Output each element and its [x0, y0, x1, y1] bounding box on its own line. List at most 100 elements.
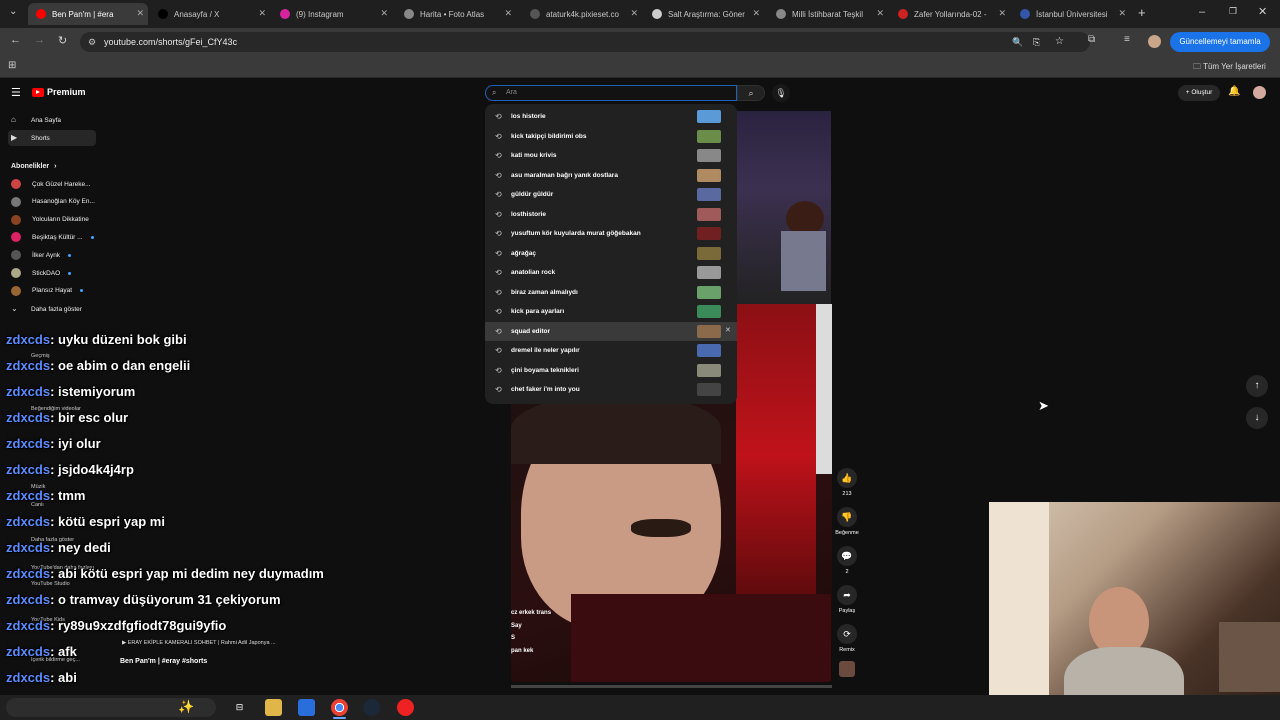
- menu-hamburger-icon[interactable]: ☰: [11, 86, 21, 99]
- previous-short-button[interactable]: ↑: [1246, 375, 1268, 397]
- create-button[interactable]: + Oluştur: [1178, 85, 1220, 101]
- update-button[interactable]: Güncellemeyi tamamla: [1170, 32, 1270, 52]
- close-tab-icon[interactable]: ✕: [380, 8, 388, 19]
- mail-app-icon[interactable]: [298, 699, 315, 716]
- close-tab-icon[interactable]: ✕: [752, 8, 760, 19]
- sidebar-item-shorts[interactable]: ▶ Shorts: [8, 130, 96, 146]
- address-bar[interactable]: ⚙ youtube.com/shorts/gFei_CfY43c 🔍 ⎘ ☆: [80, 32, 1090, 52]
- close-tab-icon[interactable]: ✕: [1118, 8, 1126, 19]
- search-suggestion[interactable]: ⟲ ağrağaç: [485, 244, 737, 263]
- channel-avatar: [11, 250, 21, 261]
- reading-list-icon[interactable]: ≡: [1124, 34, 1130, 45]
- browser-tab[interactable]: (9) Instagram ✕: [272, 3, 392, 25]
- sidebar-subscription[interactable]: Hasanoğlan Köy En...: [8, 194, 96, 210]
- new-tab-button[interactable]: +: [1138, 5, 1146, 20]
- zoom-icon[interactable]: 🔍: [1012, 32, 1023, 52]
- browser-tab[interactable]: Zafer Yollarında-02 - ✕: [890, 3, 1010, 25]
- close-tab-icon[interactable]: ✕: [630, 8, 638, 19]
- suggestion-thumbnail: [697, 129, 721, 143]
- chat-message: zdxcds: oe abim o dan engelii: [6, 358, 190, 380]
- chat-message: zdxcds: jsjdo4k4j4rp: [6, 462, 134, 484]
- browser-tab[interactable]: ataturk4k.pixieset.co ✕: [522, 3, 642, 25]
- browser-tab[interactable]: Ben Pan'm | #era ✕: [28, 3, 148, 25]
- share-button[interactable]: ➦ Paylaş: [836, 585, 858, 614]
- channel-thumb[interactable]: [839, 661, 855, 677]
- back-arrow-icon[interactable]: ←: [10, 34, 21, 46]
- history-icon: ⟲: [495, 170, 502, 180]
- search-suggestion[interactable]: ⟲ chet faker i'm into you: [485, 380, 737, 399]
- remix-icon: ⟳: [837, 624, 857, 644]
- extensions-icon[interactable]: ⧉: [1088, 34, 1095, 45]
- search-button[interactable]: ⌕: [737, 85, 765, 101]
- chat-text: : ney dedi: [50, 540, 111, 555]
- youtube-logo[interactable]: Premium: [32, 87, 86, 97]
- close-tab-icon[interactable]: ✕: [136, 8, 144, 19]
- playing-next-label[interactable]: ▶ ERAY EKİPLE KAMERALI SOHBET | Rahmi Ad…: [122, 640, 276, 646]
- chat-username: zdxcds: [6, 670, 51, 685]
- task-view-icon[interactable]: ⊟: [231, 699, 248, 716]
- search-suggestion[interactable]: ⟲ los historie: [485, 107, 737, 126]
- close-tab-icon[interactable]: ✕: [258, 8, 266, 19]
- search-suggestion[interactable]: ⟲ yusuftum kör kuyularda murat göğebakan: [485, 224, 737, 243]
- sidebar-subscription[interactable]: İlker Aynk: [8, 247, 96, 263]
- forward-arrow-icon[interactable]: →: [34, 34, 45, 46]
- search-suggestion[interactable]: ⟲ çini boyama teknikleri: [485, 361, 737, 380]
- sidebar-subscription[interactable]: Çok Güzel Hareke...: [8, 176, 96, 192]
- install-icon[interactable]: ⎘: [1033, 32, 1040, 52]
- bookmark-star-icon[interactable]: ☆: [1055, 32, 1064, 52]
- apps-grid-icon[interactable]: ⊞: [8, 60, 16, 71]
- maximize-window-button[interactable]: ❐: [1229, 6, 1237, 17]
- voice-search-button[interactable]: 🎙: [772, 84, 790, 102]
- search-suggestion[interactable]: ⟲ anatolian rock: [485, 263, 737, 282]
- search-input[interactable]: ⌕ Ara: [485, 85, 737, 101]
- sidebar-subscription[interactable]: Beşiktaş Kültür ...: [8, 229, 96, 245]
- steam-icon[interactable]: [363, 699, 380, 716]
- browser-tab[interactable]: Anasayfa / X ✕: [150, 3, 270, 25]
- file-explorer-icon[interactable]: [265, 699, 282, 716]
- search-suggestion[interactable]: ⟲ squad editor ✕: [485, 321, 737, 341]
- chrome-icon[interactable]: [331, 699, 348, 716]
- search-suggestion[interactable]: ⟲ dremel ile neler yapılır: [485, 341, 737, 360]
- sidebar-subscription[interactable]: Yolcuların Dikkatine: [8, 212, 96, 228]
- notifications-bell-icon[interactable]: 🔔: [1228, 86, 1240, 97]
- search-suggestion[interactable]: ⟲ kick takipçi bildirimi obs: [485, 127, 737, 146]
- close-window-button[interactable]: ✕: [1258, 5, 1267, 18]
- profile-avatar[interactable]: [1148, 35, 1161, 48]
- search-suggestion[interactable]: ⟲ kati mou krivis: [485, 146, 737, 165]
- search-suggestion[interactable]: ⟲ güldür güldür: [485, 185, 737, 204]
- search-suggestion[interactable]: ⟲ losthistorie: [485, 205, 737, 224]
- close-tab-icon[interactable]: ✕: [504, 8, 512, 19]
- channel-avatar: [11, 179, 21, 189]
- browser-tab[interactable]: Harita • Foto Atlas ✕: [396, 3, 516, 25]
- minimize-window-button[interactable]: –: [1199, 6, 1205, 18]
- sidebar-subscription[interactable]: Plansız Hayat: [8, 283, 96, 299]
- tab-search-icon[interactable]: ⌄: [9, 6, 17, 17]
- next-short-button[interactable]: ↓: [1246, 407, 1268, 429]
- obs-icon[interactable]: [397, 699, 414, 716]
- close-tab-icon[interactable]: ✕: [876, 8, 884, 19]
- browser-tab[interactable]: İstanbul Üniversitesi ✕: [1012, 3, 1130, 25]
- remix-button[interactable]: ⟳ Remix: [836, 624, 858, 653]
- search-suggestion[interactable]: ⟲ asu maralman bağrı yanık dostlara: [485, 166, 737, 185]
- short-progress-bar[interactable]: [511, 685, 832, 688]
- map-icon: [404, 9, 414, 19]
- browser-tab[interactable]: Salt Araştırma: Göner ✕: [644, 3, 764, 25]
- subscriptions-header[interactable]: Abonelikler ›: [8, 158, 96, 174]
- remove-suggestion-icon[interactable]: ✕: [725, 326, 731, 334]
- previous-short-video[interactable]: [736, 111, 831, 304]
- account-avatar[interactable]: [1253, 86, 1266, 99]
- search-suggestion[interactable]: ⟲ biraz zaman almalıydı: [485, 283, 737, 302]
- like-button[interactable]: 👍 213: [836, 468, 858, 497]
- site-info-icon[interactable]: ⚙: [88, 32, 96, 52]
- reload-icon[interactable]: ↻: [58, 34, 67, 47]
- all-bookmarks-folder[interactable]: 🗀 Tüm Yer İşaretleri: [1193, 61, 1266, 75]
- sidebar-subscription[interactable]: StickDAO: [8, 265, 96, 281]
- close-tab-icon[interactable]: ✕: [998, 8, 1006, 19]
- dislike-button[interactable]: 👎 Beğenme: [835, 507, 859, 536]
- browser-tab[interactable]: Milli İstihbarat Teşkil ✕: [768, 3, 888, 25]
- search-suggestion[interactable]: ⟲ kick para ayarları: [485, 302, 737, 321]
- sidebar-item-home[interactable]: ⌂ Ana Sayfa: [8, 112, 96, 128]
- show-more-button[interactable]: ⌄ Daha fazla göster: [8, 301, 96, 317]
- comment-button[interactable]: 💬 2: [836, 546, 858, 575]
- history-icon: ⟲: [495, 190, 502, 199]
